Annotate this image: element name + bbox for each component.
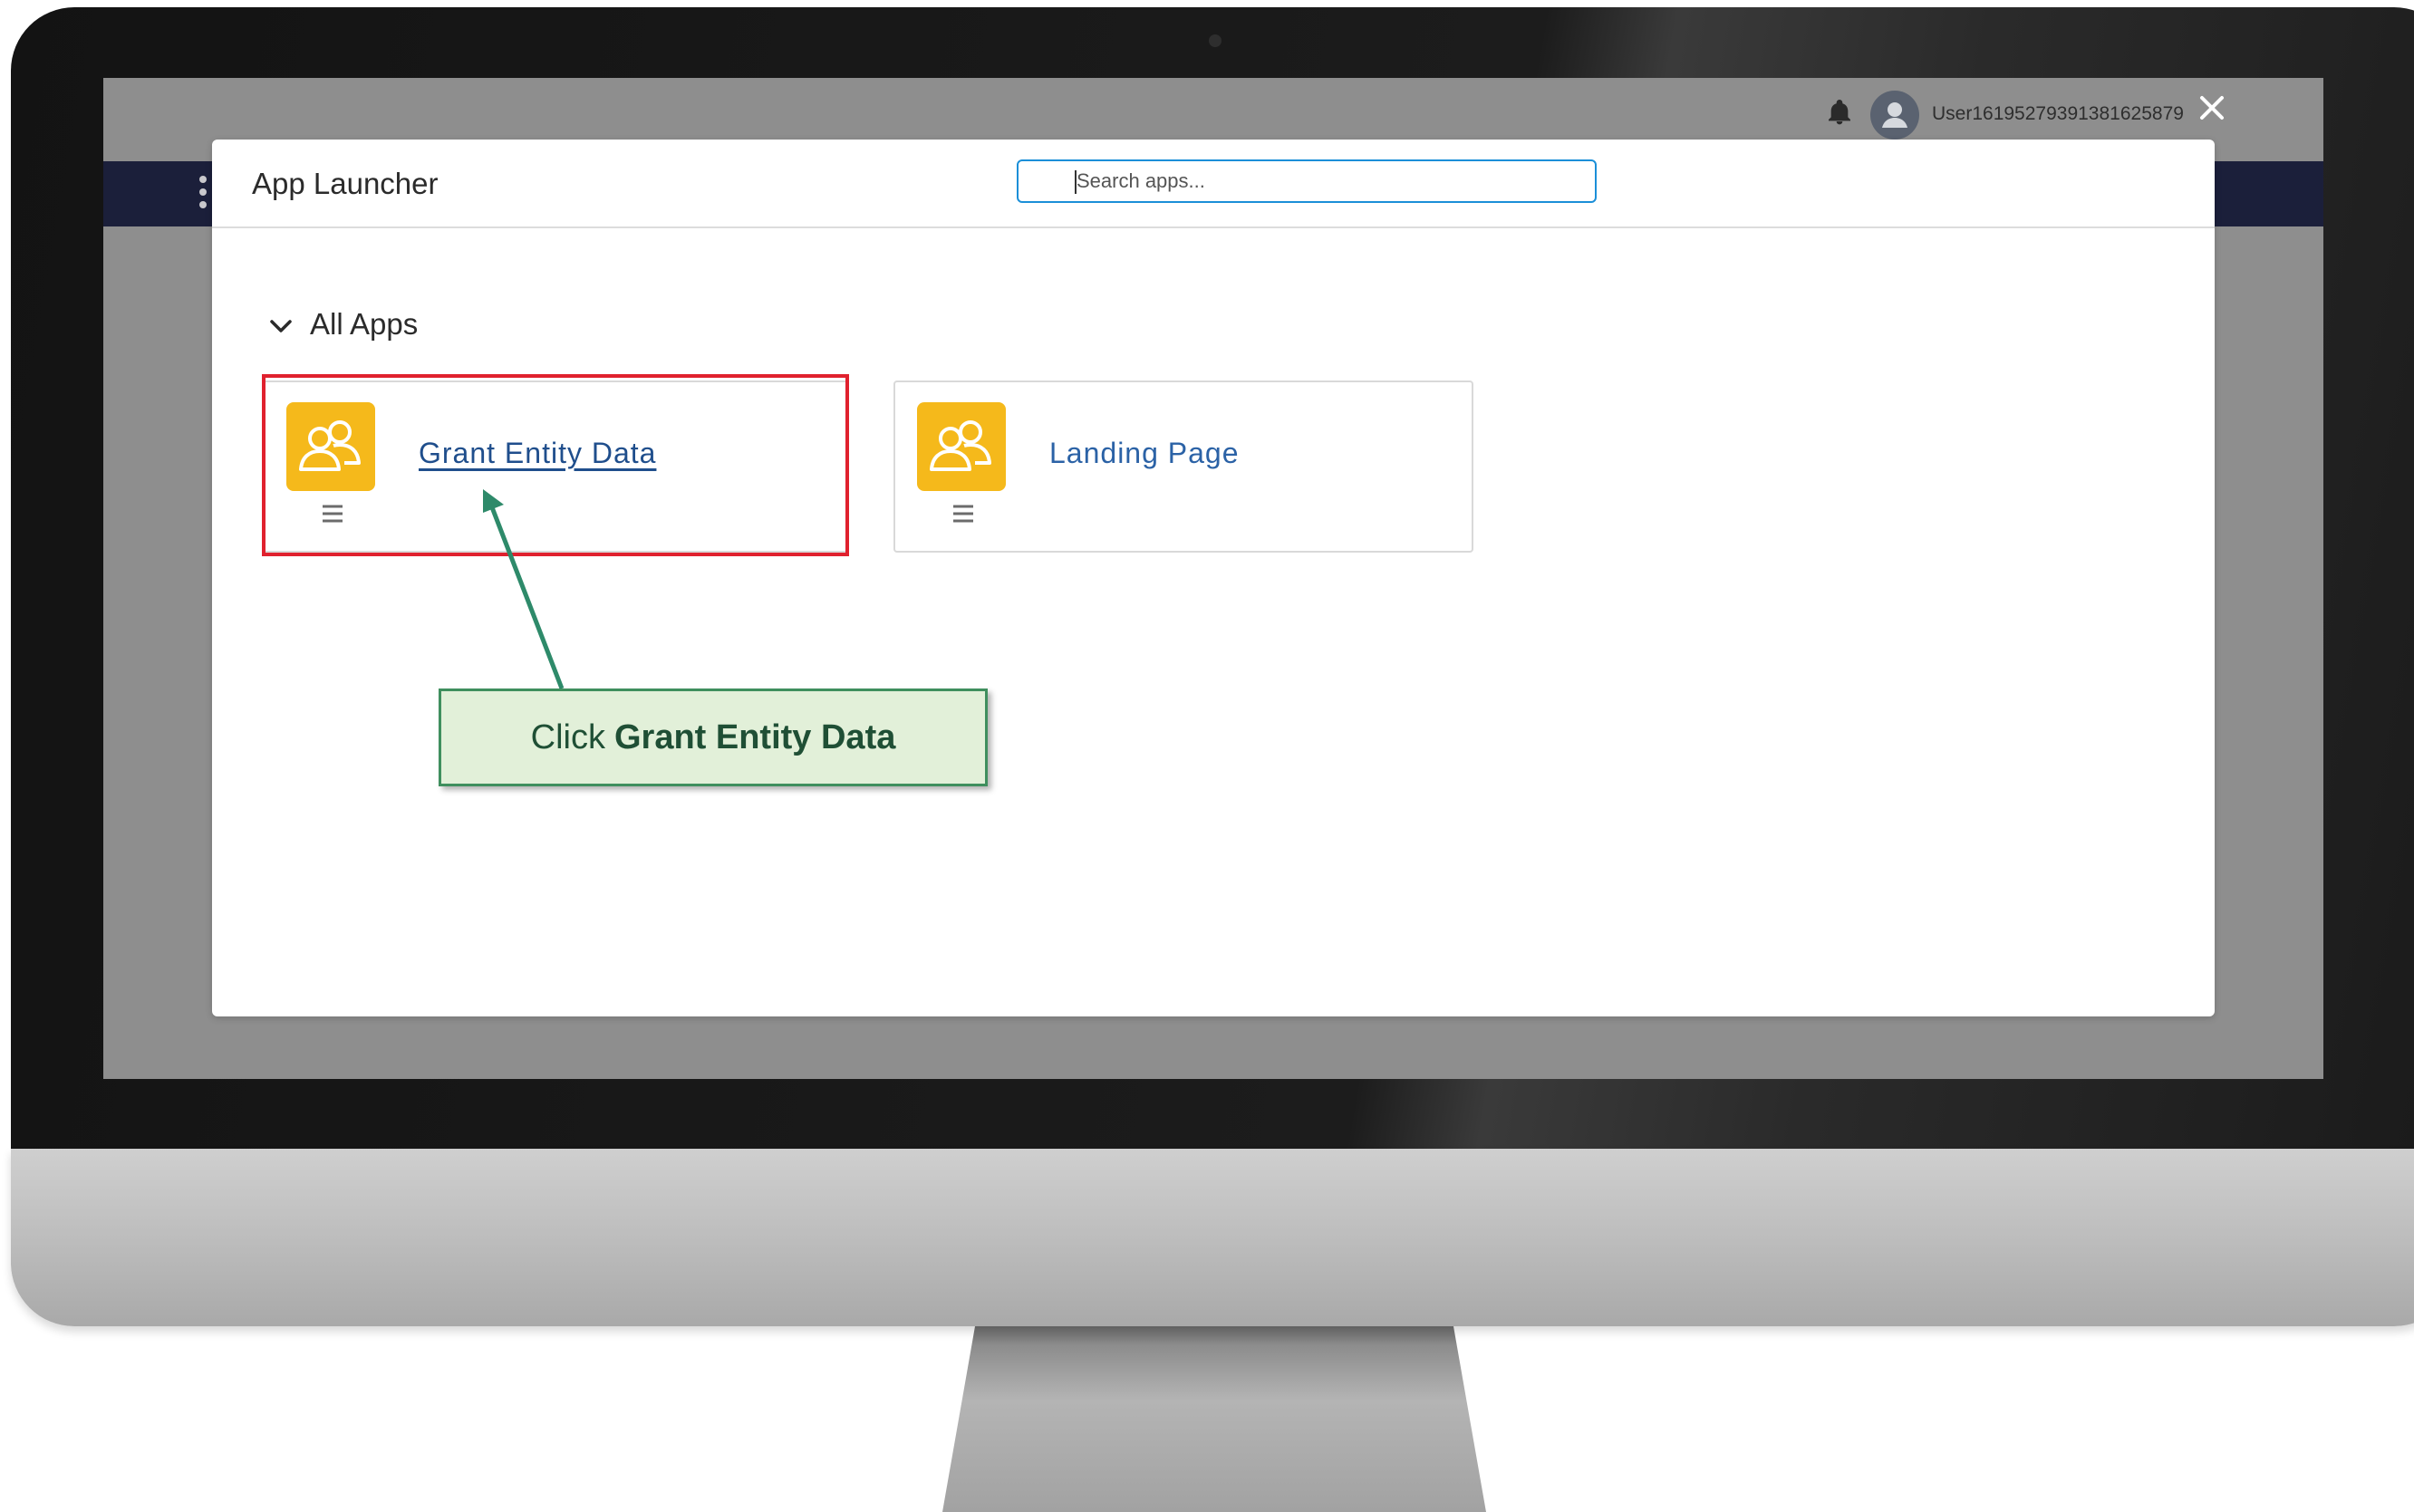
app-launcher-modal: App Launcher All Apps [212, 140, 2215, 1016]
monitor-camera [1209, 34, 1221, 47]
app-tile-grant-entity-data[interactable]: Grant Entity Data [263, 380, 848, 553]
app-tile-landing-page[interactable]: Landing Page [893, 380, 1473, 553]
notification-bell-icon[interactable] [1825, 98, 1854, 127]
search-apps-input[interactable] [1017, 159, 1597, 203]
modal-title: App Launcher [252, 167, 439, 200]
users-group-icon [917, 402, 1006, 491]
close-icon[interactable] [2197, 92, 2227, 123]
app-link-grant-entity-data[interactable]: Grant Entity Data [419, 437, 656, 470]
app-link-landing-page[interactable]: Landing Page [1049, 437, 1240, 470]
callout-target: Grant Entity Data [613, 717, 896, 756]
drag-handle-icon[interactable] [321, 504, 344, 524]
users-group-icon [286, 402, 375, 491]
username-label[interactable]: User16195279391381625879 [1932, 103, 2184, 125]
monitor-chin [11, 1149, 2414, 1326]
app-launcher-dots-icon[interactable] [198, 176, 208, 219]
user-avatar[interactable] [1870, 91, 1919, 140]
modal-header: App Launcher [212, 140, 2215, 228]
chevron-down-icon[interactable] [268, 317, 294, 335]
text-caret [1075, 170, 1077, 194]
monitor-stand [942, 1326, 1486, 1512]
screen: User16195279391381625879 App Launcher Al… [103, 78, 2323, 1079]
drag-handle-icon[interactable] [951, 504, 975, 524]
callout-prefix: Click [530, 717, 605, 756]
user-icon [1882, 102, 1907, 128]
section-label-all-apps[interactable]: All Apps [310, 307, 418, 342]
instruction-callout: Click Grant Entity Data [439, 689, 988, 786]
